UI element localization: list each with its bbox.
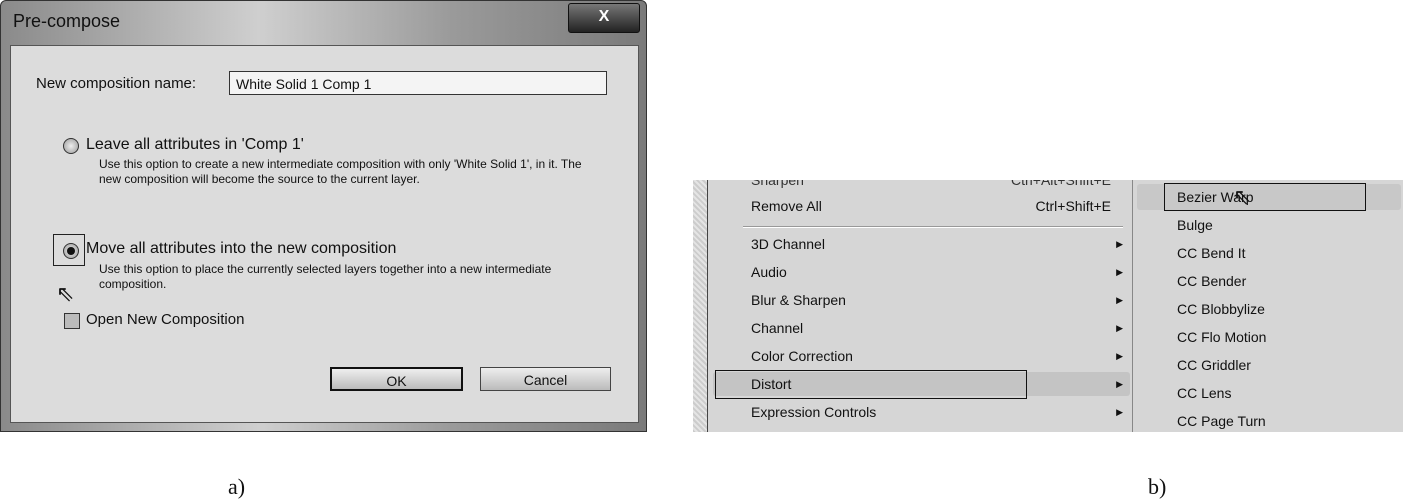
composition-name-input[interactable]: White Solid 1 Comp 1 xyxy=(229,71,607,95)
ok-button[interactable]: OK xyxy=(330,367,463,391)
submenu-arrow-icon: ▶ xyxy=(1116,295,1123,305)
radio-leave-attributes[interactable] xyxy=(63,138,79,154)
menu-item-channel[interactable]: Channel ▶ xyxy=(751,314,1123,342)
menu-item-label: Color Correction xyxy=(751,348,853,364)
submenu-arrow-icon: ▶ xyxy=(1116,323,1123,333)
submenu-item-cc-bender[interactable]: CC Bender xyxy=(1177,267,1246,295)
menu-item-label: Audio xyxy=(751,264,787,280)
close-button[interactable]: X xyxy=(568,3,640,33)
caption-a: a) xyxy=(228,474,246,499)
submenu-item-cc-flo-motion[interactable]: CC Flo Motion xyxy=(1177,323,1266,351)
open-new-composition-label: Open New Composition xyxy=(86,311,245,328)
menu-item-label: Blur & Sharpen xyxy=(751,292,846,308)
menu-item-label: Expression Controls xyxy=(751,404,877,420)
menu-item-label: Distort xyxy=(751,376,792,392)
menu-item-audio[interactable]: Audio ▶ xyxy=(751,258,1123,286)
menu-item-shortcut: Ctrl+Shift+E xyxy=(1035,198,1111,214)
menu-item-blur-sharpen[interactable]: Blur & Sharpen ▶ xyxy=(751,286,1123,314)
option2-description: Use this option to place the currently s… xyxy=(99,262,552,291)
dialog-title: Pre-compose xyxy=(13,11,121,31)
open-new-composition-checkbox[interactable] xyxy=(64,313,80,329)
menu-item-remove-all[interactable]: Remove All Ctrl+Shift+E xyxy=(751,192,1121,220)
menu-separator xyxy=(743,226,1123,228)
submenu-arrow-icon: ▶ xyxy=(1116,239,1123,249)
menu-item-label: Sharpen xyxy=(751,180,804,188)
submenu-item-cc-griddler[interactable]: CC Griddler xyxy=(1177,351,1251,379)
menu-item-distort[interactable]: Distort ▶ xyxy=(751,370,1123,398)
menu-item-label: Channel xyxy=(751,320,804,336)
submenu-arrow-icon: ▶ xyxy=(1116,351,1123,361)
submenu-item-cc-lens[interactable]: CC Lens xyxy=(1177,379,1231,407)
menu-item-label: 3D Channel xyxy=(751,236,825,252)
radio-move-attributes[interactable] xyxy=(63,243,79,259)
menu-item-label: Remove All xyxy=(751,198,822,214)
cursor-icon: ⇖ xyxy=(1233,184,1252,209)
submenu-arrow-icon: ▶ xyxy=(1116,407,1123,417)
distort-submenu: Bezier Warp Bulge CC Bend It CC Bender CC Bl… xyxy=(1132,180,1403,432)
submenu-item-cc-bend-it[interactable]: CC Bend It xyxy=(1177,239,1245,267)
menu-item-3d-channel[interactable]: 3D Channel ▶ xyxy=(751,230,1123,258)
menu-gutter xyxy=(693,180,708,432)
option1-description: Use this option to create a new intermed… xyxy=(99,157,582,186)
submenu-item-bulge[interactable]: Bulge xyxy=(1177,211,1213,239)
submenu-arrow-icon: ▶ xyxy=(1116,379,1123,389)
name-label: New composition name: xyxy=(36,75,197,92)
option1-label: Leave all attributes in 'Comp 1' xyxy=(86,136,304,153)
cancel-button[interactable]: Cancel xyxy=(480,367,611,391)
caption-b: b) xyxy=(1148,474,1167,499)
submenu-item-cc-page-turn[interactable]: CC Page Turn xyxy=(1177,407,1266,432)
menu-item-color-correction[interactable]: Color Correction ▶ xyxy=(751,342,1123,370)
effect-menu: Sharpen Ctrl+Alt+Shift+E Remove All Ctrl+S… xyxy=(693,180,1133,432)
option2-label: Move all attributes into the new composi… xyxy=(86,240,397,257)
submenu-item-cc-blobbylize[interactable]: CC Blobbylize xyxy=(1177,295,1265,323)
pre-compose-dialog: Pre-compose X New composition name: Whit… xyxy=(0,0,647,432)
cursor-icon: ⇖ xyxy=(56,281,75,306)
submenu-arrow-icon: ▶ xyxy=(1116,267,1123,277)
menu-item-expression-controls[interactable]: Expression Controls ▶ xyxy=(751,398,1123,426)
